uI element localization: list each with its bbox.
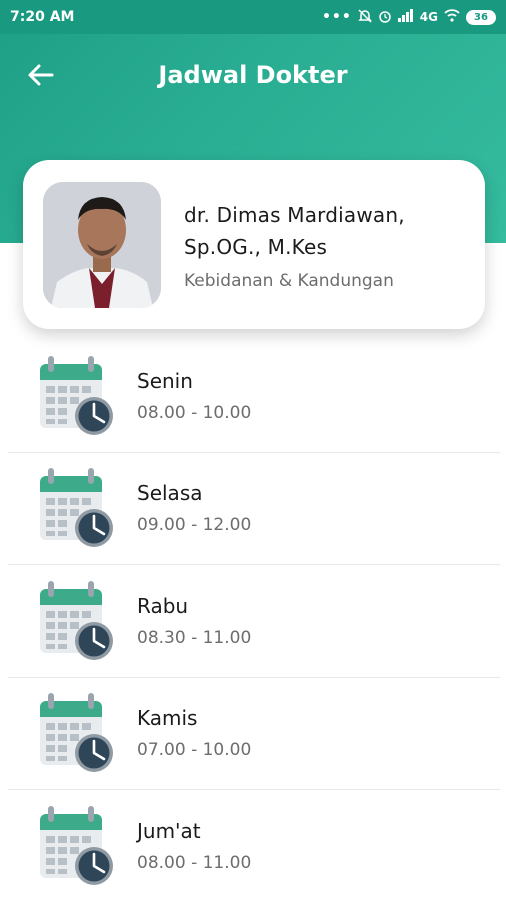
calendar-clock-icon bbox=[38, 354, 115, 437]
schedule-time: 09.00 - 12.00 bbox=[137, 515, 252, 536]
signal-icon bbox=[397, 9, 414, 25]
doctor-specialty: Kebidanan & Kandungan bbox=[184, 270, 394, 291]
back-button[interactable] bbox=[22, 56, 60, 94]
network-type: 4G bbox=[419, 10, 438, 24]
arrow-left-icon bbox=[28, 64, 54, 86]
schedule-row[interactable]: Senin 08.00 - 10.00 bbox=[8, 340, 500, 453]
schedule-time: 08.30 - 11.00 bbox=[137, 627, 252, 648]
wifi-icon bbox=[444, 9, 460, 25]
doctor-info: dr. Dimas Mardiawan, Sp.OG., M.Kes Kebid… bbox=[184, 199, 405, 291]
schedule-list: Senin 08.00 - 10.00 Selasa 09.00 - 12.00… bbox=[8, 340, 500, 900]
calendar-clock-icon bbox=[38, 579, 115, 662]
schedule-time: 07.00 - 10.00 bbox=[137, 740, 252, 761]
schedule-time: 08.00 - 11.00 bbox=[137, 853, 252, 874]
schedule-day: Kamis bbox=[137, 706, 198, 731]
calendar-clock-icon bbox=[38, 804, 115, 887]
schedule-day: Rabu bbox=[137, 593, 189, 618]
app-bar: Jadwal Dokter bbox=[0, 42, 506, 108]
alarm-icon bbox=[378, 9, 392, 26]
schedule-day: Jum'at bbox=[137, 819, 201, 844]
schedule-row[interactable]: Kamis 07.00 - 10.00 bbox=[8, 678, 500, 790]
doctor-avatar bbox=[43, 181, 161, 308]
doctor-name-line2: Sp.OG., M.Kes bbox=[184, 234, 328, 259]
mute-bell-icon bbox=[357, 8, 372, 26]
schedule-row[interactable]: Jum'at 08.00 - 11.00 bbox=[8, 790, 500, 900]
schedule-row[interactable]: Rabu 08.30 - 11.00 bbox=[8, 565, 500, 678]
doctor-name-line1: dr. Dimas Mardiawan, bbox=[184, 202, 405, 227]
status-icons: ••• 4G 36 bbox=[321, 8, 496, 26]
schedule-day: Senin bbox=[137, 368, 193, 393]
schedule-row[interactable]: Selasa 09.00 - 12.00 bbox=[8, 453, 500, 565]
calendar-clock-icon bbox=[38, 466, 115, 549]
schedule-day: Selasa bbox=[137, 481, 203, 506]
doctor-card: dr. Dimas Mardiawan, Sp.OG., M.Kes Kebid… bbox=[23, 160, 485, 329]
status-bar: 7:20 AM ••• 4G 36 bbox=[0, 0, 506, 34]
calendar-clock-icon bbox=[38, 691, 115, 774]
page-title: Jadwal Dokter bbox=[158, 61, 348, 89]
schedule-time: 08.00 - 10.00 bbox=[137, 402, 252, 423]
battery-icon: 36 bbox=[466, 9, 496, 25]
more-dots-icon: ••• bbox=[321, 9, 352, 25]
status-time: 7:20 AM bbox=[10, 9, 75, 25]
